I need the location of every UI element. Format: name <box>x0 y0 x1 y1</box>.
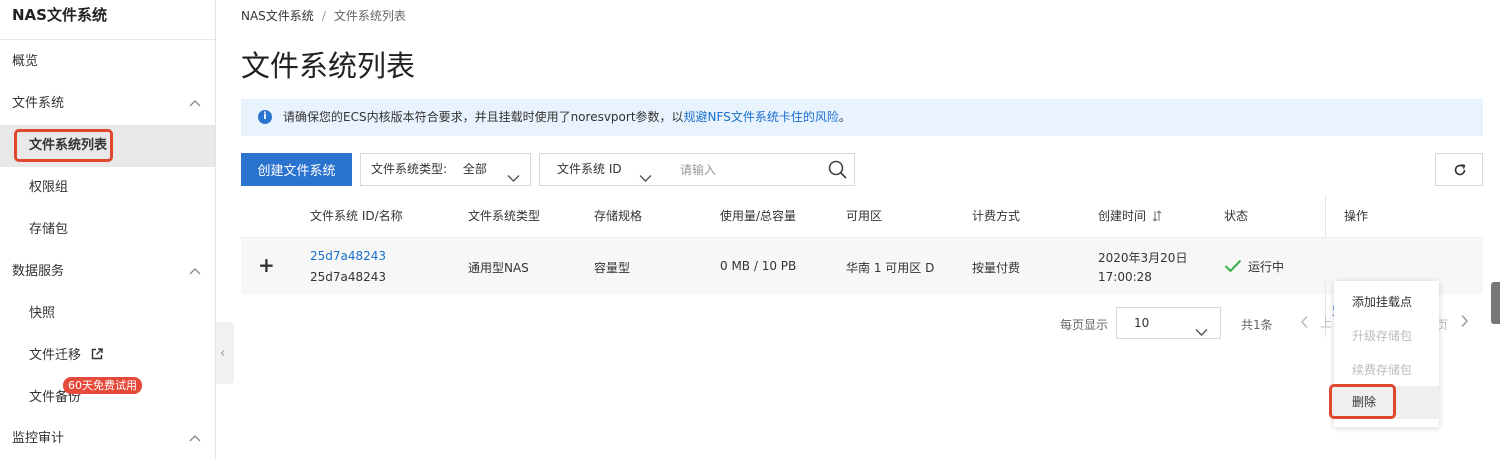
sidebar-group-monitoring-audit[interactable]: 监控审计 <box>0 418 215 459</box>
column-header: 文件系统 ID/名称 <box>310 209 403 223</box>
chevron-left-icon: ‹ <box>220 346 226 361</box>
refresh-icon <box>1454 164 1466 176</box>
free-trial-badge: 60天免费试用 <box>63 377 142 394</box>
storage-spec: 容量型 <box>594 261 631 275</box>
sort-icon <box>1152 210 1162 222</box>
file-system-id-link[interactable]: 25d7a48243 <box>310 249 386 263</box>
breadcrumb-separator: / <box>321 9 326 23</box>
created-date: 2020年3月20日 <box>1098 251 1188 265</box>
column-header-label: 创建时间 <box>1098 209 1147 223</box>
chevron-down-icon <box>1195 318 1208 348</box>
breadcrumb-root[interactable]: NAS文件系统 <box>241 9 314 23</box>
check-icon <box>1224 259 1242 273</box>
sidebar: NAS文件系统 概览 文件系统 文件系统列表 权限组 存储包 数据服务 快照 文… <box>0 0 216 459</box>
sidebar-item-label: 监控审计 <box>12 431 65 446</box>
create-file-system-button[interactable]: 创建文件系统 <box>241 153 352 186</box>
sidebar-item-label: 权限组 <box>29 180 69 195</box>
highlight-box <box>1329 384 1396 419</box>
chevron-up-icon <box>189 434 201 444</box>
sidebar-item-label: 文件迁移 <box>29 348 82 363</box>
sidebar-item-label: 数据服务 <box>12 264 65 279</box>
sidebar-collapse-handle[interactable]: ‹ <box>216 322 234 384</box>
table-row: + 25d7a48243 25d7a48243 通用型NAS 容量型 0 MB … <box>241 238 1483 337</box>
status-label: 运行中 <box>1248 260 1285 274</box>
usage-capacity: 0 MB / 10 PB <box>720 259 797 273</box>
breadcrumb-current: 文件系统列表 <box>333 9 406 23</box>
file-system-type-filter[interactable]: 文件系统类型: 全部 <box>360 153 531 186</box>
search-icon[interactable] <box>828 160 847 183</box>
notice-link[interactable]: 规避NFS文件系统卡住的风险 <box>684 110 839 124</box>
column-header-created-time[interactable]: 创建时间 <box>1098 195 1162 238</box>
chevron-right-icon <box>1461 314 1469 328</box>
file-system-type: 通用型NAS <box>468 261 529 275</box>
column-header: 可用区 <box>846 209 883 223</box>
sidebar-item-overview[interactable]: 概览 <box>0 41 215 83</box>
sidebar-item-label: 存储包 <box>29 222 69 237</box>
page-size-value: 10 <box>1134 316 1150 330</box>
sidebar-group-file-system[interactable]: 文件系统 <box>0 83 215 125</box>
page-size-label: 每页显示 <box>1060 318 1109 332</box>
table-header: 文件系统 ID/名称 文件系统类型 存储规格 使用量/总容量 可用区 计费方式 … <box>241 195 1483 238</box>
created-time: 17:00:28 <box>1098 270 1152 284</box>
column-header: 计费方式 <box>972 209 1021 223</box>
search-field-select[interactable]: 文件系统 ID <box>539 153 663 186</box>
search-field-value: 文件系统 ID <box>557 162 622 176</box>
availability-zone: 华南 1 可用区 D <box>846 261 935 275</box>
column-header: 操作 <box>1344 209 1369 223</box>
billing-method: 按量付费 <box>972 261 1021 275</box>
next-page-button[interactable] <box>1460 314 1470 332</box>
chevron-down-icon <box>639 164 652 195</box>
column-header: 存储规格 <box>594 209 643 223</box>
actions-column-header: 操作 <box>1325 195 1483 238</box>
menu-item-renew-storage-package[interactable]: 续费存储包 <box>1334 354 1439 387</box>
notice-suffix: 。 <box>838 110 851 124</box>
column-header: 使用量/总容量 <box>720 209 797 223</box>
info-icon: i <box>258 110 272 124</box>
side-panel-handle[interactable] <box>1491 282 1500 324</box>
search-input[interactable] <box>662 153 855 186</box>
expand-row-icon[interactable]: + <box>258 255 275 275</box>
chevron-down-icon <box>507 164 520 195</box>
sidebar-group-data-services[interactable]: 数据服务 <box>0 251 215 293</box>
column-header: 状态 <box>1224 209 1249 223</box>
page-title: 文件系统列表 <box>241 49 416 83</box>
total-count: 共1条 <box>1241 318 1273 332</box>
file-system-name: 25d7a48243 <box>310 270 387 284</box>
menu-item-upgrade-storage-package[interactable]: 升级存储包 <box>1334 320 1439 353</box>
chevron-left-icon <box>1300 315 1308 329</box>
prev-page-label: 上 <box>1320 316 1333 330</box>
page-size-select[interactable]: 10 <box>1116 307 1221 339</box>
notice-text: 请确保您的ECS内核版本符合要求，并且挂载时使用了noresvport参数，以 <box>283 110 684 124</box>
external-link-icon <box>91 336 103 360</box>
breadcrumb: NAS文件系统 / 文件系统列表 <box>241 7 406 24</box>
sidebar-item-snapshot[interactable]: 快照 <box>0 293 215 335</box>
highlight-box <box>14 129 113 162</box>
prev-page-button[interactable]: 上 <box>1300 314 1332 333</box>
sidebar-item-storage-package[interactable]: 存储包 <box>0 209 215 251</box>
refresh-button[interactable] <box>1435 153 1483 186</box>
sidebar-item-permission-group[interactable]: 权限组 <box>0 167 215 209</box>
type-filter-value: 全部 <box>462 162 487 176</box>
sidebar-item-label: 概览 <box>12 54 39 69</box>
status-indicator: 运行中 <box>1224 258 1284 275</box>
sidebar-item-label: 快照 <box>29 306 56 321</box>
sidebar-item-file-migration[interactable]: 文件迁移 <box>0 335 215 377</box>
chevron-up-icon <box>189 99 201 109</box>
menu-item-add-mount-point[interactable]: 添加挂载点 <box>1334 286 1439 319</box>
chevron-up-icon <box>189 267 201 277</box>
info-notice: i 请确保您的ECS内核版本符合要求，并且挂载时使用了noresvport参数，… <box>241 99 1483 136</box>
sidebar-title: NAS文件系统 <box>0 0 215 40</box>
type-filter-label: 文件系统类型: <box>371 162 448 176</box>
sidebar-item-label: 文件系统 <box>12 96 65 111</box>
column-header: 文件系统类型 <box>468 209 541 223</box>
